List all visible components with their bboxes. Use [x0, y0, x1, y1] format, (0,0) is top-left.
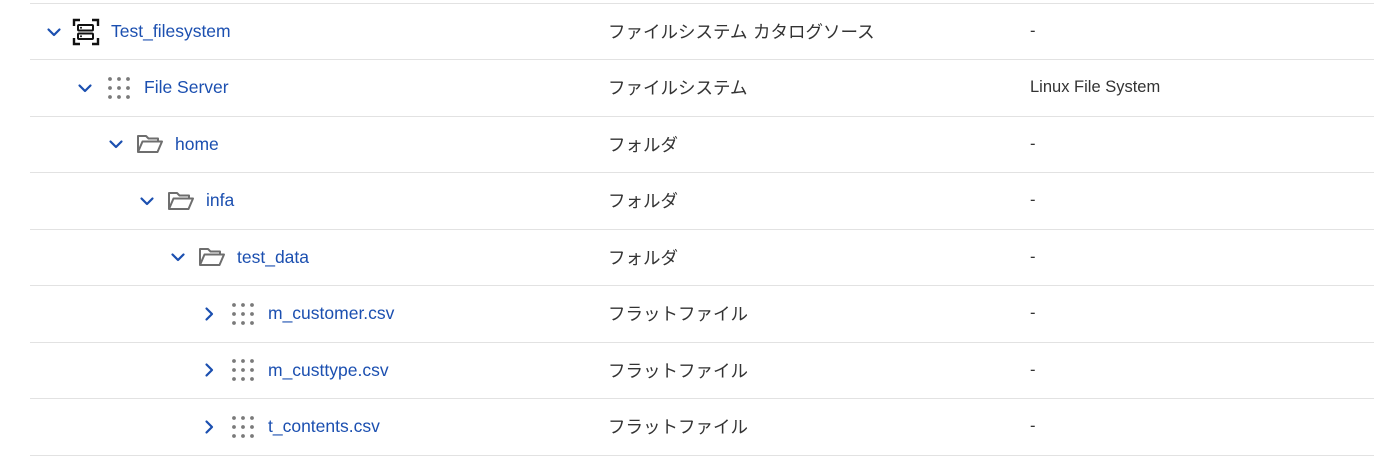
asset-detail: -: [1030, 247, 1036, 266]
asset-detail: -: [1030, 134, 1036, 153]
dots-grid-icon: [229, 413, 257, 441]
tree-row[interactable]: infa フォルダ -: [30, 173, 1374, 230]
tree-row[interactable]: File Server ファイルシステム Linux File System: [30, 60, 1374, 117]
chevron-down-icon[interactable]: [77, 80, 93, 96]
open-folder-icon: [136, 130, 164, 158]
name-cell: t_contents.csv: [201, 399, 380, 455]
open-folder-icon: [198, 243, 226, 271]
dots-grid-icon: [229, 356, 257, 384]
name-cell: test_data: [170, 230, 309, 286]
asset-name-link[interactable]: Test_filesystem: [111, 21, 231, 42]
chevron-down-icon[interactable]: [108, 136, 124, 152]
tree-row[interactable]: m_custtype.csv フラットファイル -: [30, 343, 1374, 399]
chevron-down-icon[interactable]: [46, 24, 62, 40]
dots-grid-icon: [105, 74, 133, 102]
asset-detail: -: [1030, 417, 1036, 436]
asset-type: フォルダ: [608, 248, 678, 269]
asset-detail: -: [1030, 22, 1036, 40]
name-cell: Test_filesystem: [46, 4, 231, 59]
asset-detail: -: [1030, 304, 1036, 323]
asset-type: ファイルシステム: [608, 79, 748, 100]
name-cell: m_customer.csv: [201, 286, 394, 342]
asset-detail: -: [1030, 360, 1036, 379]
asset-name-link[interactable]: File Server: [144, 77, 229, 98]
name-cell: infa: [139, 173, 234, 229]
tree-row[interactable]: t_contents.csv フラットファイル -: [30, 399, 1374, 456]
asset-name-link[interactable]: test_data: [237, 247, 309, 268]
open-folder-icon: [167, 187, 195, 215]
name-cell: home: [108, 117, 219, 173]
tree-row[interactable]: home フォルダ -: [30, 117, 1374, 173]
asset-type: フラットファイル: [608, 361, 748, 382]
dots-grid-icon: [229, 300, 257, 328]
asset-name-link[interactable]: m_custtype.csv: [268, 360, 389, 381]
asset-name-link[interactable]: infa: [206, 190, 234, 211]
chevron-down-icon[interactable]: [139, 193, 155, 209]
chevron-right-icon[interactable]: [201, 362, 217, 378]
asset-type: フォルダ: [608, 192, 678, 213]
asset-name-link[interactable]: m_customer.csv: [268, 303, 394, 324]
asset-type: フォルダ: [608, 135, 678, 156]
tree-row[interactable]: Test_filesystem ファイルシステム カタログソース -: [30, 4, 1374, 60]
name-cell: File Server: [77, 60, 229, 116]
chevron-right-icon[interactable]: [201, 419, 217, 435]
chevron-down-icon[interactable]: [170, 249, 186, 265]
asset-tree: Test_filesystem ファイルシステム カタログソース - File …: [30, 3, 1374, 456]
asset-type: フラットファイル: [608, 305, 748, 326]
catalog-source-icon: [72, 18, 100, 46]
asset-detail: Linux File System: [1030, 78, 1161, 97]
chevron-right-icon[interactable]: [201, 306, 217, 322]
asset-name-link[interactable]: home: [175, 134, 219, 155]
asset-type: ファイルシステム カタログソース: [608, 23, 875, 43]
asset-name-link[interactable]: t_contents.csv: [268, 416, 380, 437]
tree-row[interactable]: test_data フォルダ -: [30, 230, 1374, 286]
asset-type: フラットファイル: [608, 418, 748, 439]
tree-row[interactable]: m_customer.csv フラットファイル -: [30, 286, 1374, 343]
name-cell: m_custtype.csv: [201, 343, 389, 399]
asset-detail: -: [1030, 191, 1036, 210]
